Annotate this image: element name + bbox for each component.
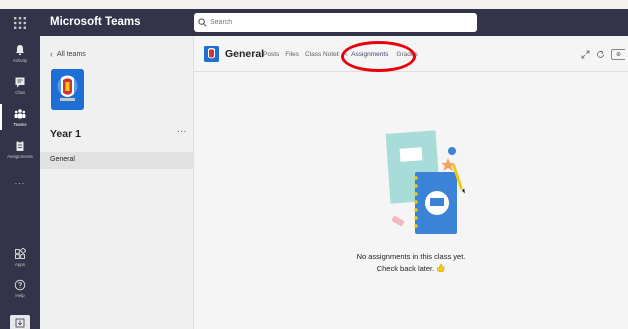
- rail-item-help[interactable]: Help: [0, 279, 40, 298]
- all-teams-label: All teams: [57, 50, 86, 58]
- meet-button[interactable]: ⊕: [611, 49, 625, 60]
- app-rail: Activity Chat Teams Assignments ... Apps…: [0, 36, 40, 329]
- empty-state-line-2-text: Check back later.: [376, 264, 435, 273]
- assignments-icon: [16, 140, 24, 151]
- team-avatar[interactable]: [51, 69, 84, 110]
- teams-icon: [14, 109, 26, 119]
- search-box[interactable]: [194, 13, 477, 32]
- rail-item-assignments[interactable]: Assignments: [0, 140, 40, 159]
- rail-item-apps[interactable]: Apps: [0, 248, 40, 267]
- channel-title: General: [225, 48, 265, 60]
- tab-posts[interactable]: Posts: [263, 51, 279, 58]
- class-crest-icon: [204, 46, 219, 62]
- download-icon: [15, 318, 25, 328]
- channel-team-icon: [204, 46, 219, 62]
- refresh-icon[interactable]: [596, 50, 605, 59]
- tab-class-notebook[interactable]: Class Notebook: [305, 51, 339, 58]
- thumbs-up-icon: [437, 263, 445, 272]
- rail-item-label: Assignments: [7, 154, 33, 159]
- bell-icon: [16, 45, 24, 55]
- empty-assignments-illustration: [385, 130, 465, 234]
- app-title: Microsoft Teams: [50, 16, 141, 28]
- app-launcher-icon[interactable]: [0, 9, 40, 36]
- annotation-circle: [341, 41, 416, 72]
- download-button[interactable]: [10, 315, 30, 329]
- rail-item-label: Apps: [14, 262, 26, 267]
- tab-files[interactable]: Files: [285, 51, 299, 58]
- rail-item-activity[interactable]: Activity: [0, 44, 40, 63]
- rail-item-label: Chat: [15, 90, 25, 95]
- channel-header: General Posts Files Class Notebook ‹ Ass…: [194, 36, 628, 72]
- title-bar: Microsoft Teams: [0, 9, 628, 36]
- more-apps-button[interactable]: ...: [0, 176, 40, 186]
- rail-item-label: Activity: [12, 58, 28, 63]
- empty-state-message: No assignments in this class yet. Check …: [194, 251, 628, 275]
- teams-window: Microsoft Teams Activity Chat Teams Assi…: [0, 0, 628, 329]
- all-teams-link[interactable]: ‹ All teams: [50, 49, 86, 59]
- rail-item-chat[interactable]: Chat: [0, 76, 40, 95]
- rail-item-teams[interactable]: Teams: [0, 108, 40, 127]
- header-actions: ⊕: [581, 49, 625, 60]
- search-icon: [198, 18, 207, 27]
- help-icon: [14, 279, 26, 291]
- rail-item-label: Teams: [13, 122, 27, 127]
- rail-item-label: Help: [15, 293, 25, 298]
- expand-icon[interactable]: [581, 50, 590, 59]
- chevron-left-icon: ‹: [50, 49, 53, 59]
- empty-state-line-1: No assignments in this class yet.: [356, 252, 466, 261]
- channel-label: General: [50, 156, 75, 163]
- search-input[interactable]: [210, 19, 460, 26]
- channel-item-general[interactable]: General: [40, 152, 193, 169]
- chat-icon: [15, 77, 25, 88]
- team-panel: ‹ All teams Year 1 ... General: [40, 36, 194, 329]
- channel-view: General Posts Files Class Notebook ‹ Ass…: [194, 36, 628, 329]
- empty-state-line-2: Check back later.: [194, 263, 628, 275]
- apps-icon: [15, 248, 26, 259]
- team-name: Year 1: [50, 128, 81, 140]
- class-crest-icon: [51, 69, 84, 110]
- team-more-options-button[interactable]: ...: [177, 124, 187, 135]
